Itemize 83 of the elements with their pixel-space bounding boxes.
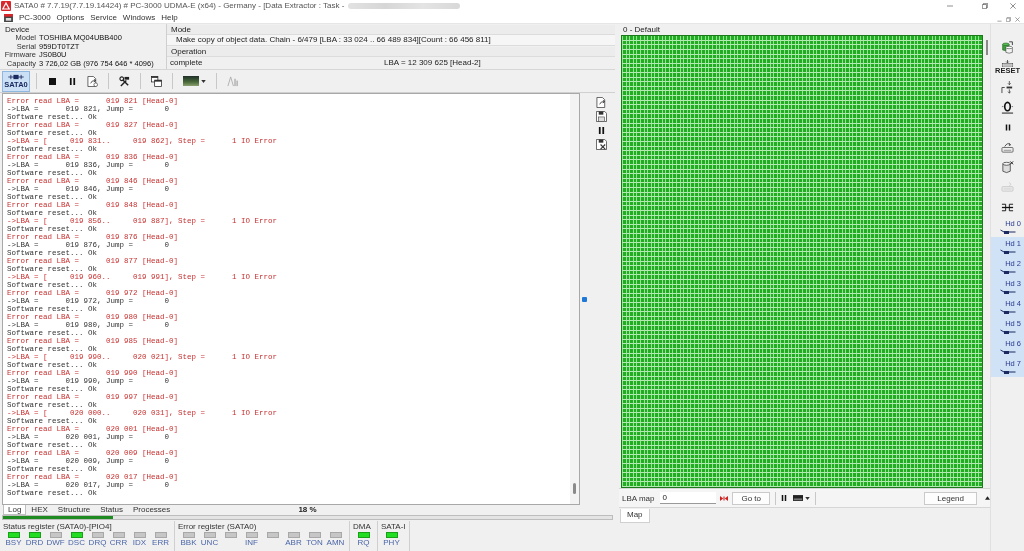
floppy-cross-icon[interactable] <box>596 139 607 150</box>
operation-status: complete <box>170 57 204 69</box>
register-title: Error register (SATA0) <box>178 522 258 531</box>
pause-icon[interactable] <box>598 127 605 134</box>
window-title: SATA0 # 7.7.19(7.7.19.14424) # PC-3000 UDMA-E (x64) - Germany - [Data Extractor : Task - <box>14 1 345 11</box>
register-label: AMN <box>326 538 345 547</box>
peak-bars-icon <box>227 75 238 87</box>
caret-icon[interactable] <box>805 496 811 500</box>
scrollbar-thumb[interactable] <box>573 483 576 494</box>
device-title: Device <box>4 25 31 34</box>
head-arm-icon <box>999 368 1016 375</box>
section-title: Operation <box>167 47 615 56</box>
drive-arrow-icon <box>1001 140 1014 154</box>
head-arm-icon <box>999 228 1016 235</box>
menu-item[interactable]: Service <box>87 12 120 23</box>
bracket-arrow-icon <box>1001 80 1014 94</box>
register-label: DRD <box>25 538 44 547</box>
ring-icon <box>1001 100 1014 114</box>
document-arrow-icon[interactable] <box>596 97 607 108</box>
splitter-grip[interactable] <box>581 296 587 302</box>
disk-stack-icon <box>1001 40 1014 54</box>
register-label: UNC <box>200 538 219 547</box>
register-label: DSC <box>68 538 85 547</box>
pause-icon[interactable] <box>781 495 788 501</box>
register-label: CRR <box>109 538 128 547</box>
tools-icon <box>119 75 130 87</box>
caret-icon <box>201 79 206 83</box>
register-label: DWF <box>46 538 65 547</box>
map-title: 0 - Default <box>622 24 661 35</box>
tab[interactable]: HEX <box>26 505 53 515</box>
scrollbar-thumb[interactable] <box>985 40 988 55</box>
register-label: BBK <box>180 538 197 547</box>
pause-icon <box>68 77 76 85</box>
menu-item[interactable]: Windows <box>119 12 159 23</box>
connector-icon <box>8 73 24 80</box>
menu-item[interactable]: Options <box>53 12 88 23</box>
head-arm-icon <box>999 348 1016 355</box>
lba-map-label: LBA map <box>622 493 655 503</box>
head-arm-icon <box>999 308 1016 315</box>
register-title: DMA <box>353 522 372 531</box>
register-label: ABR <box>285 538 302 547</box>
register-label: TON <box>306 538 323 547</box>
register-label: PHY <box>383 538 400 547</box>
head-arm-icon <box>999 268 1016 275</box>
drive-icon <box>1001 180 1014 194</box>
register-title: SATA-I <box>381 522 406 531</box>
menu-item[interactable]: Help <box>158 12 181 23</box>
lba-input-field[interactable]: 0 <box>660 492 717 504</box>
register-label: DRQ <box>88 538 107 547</box>
stop-icon <box>48 77 56 85</box>
section-title: Mode <box>167 25 615 34</box>
close-icon <box>1010 3 1016 9</box>
tab[interactable]: Map <box>620 509 650 523</box>
register-title: Status register (SATA0)-[PIO4] <box>3 522 113 531</box>
register-label: BSY <box>5 538 22 547</box>
tab[interactable]: Structure <box>52 505 96 515</box>
progress-percent: 18 % <box>298 505 317 515</box>
arrow-block-icon <box>1001 59 1014 67</box>
register-label: ERR <box>152 538 169 547</box>
tab[interactable]: Processes <box>127 505 176 515</box>
image-icon <box>183 76 199 86</box>
mode-value: Make copy of object data. Chain - 6/479 [LBA : 33 024 .. 66 489 834][Count : 66 456 811] <box>167 34 615 46</box>
restore-icon <box>981 3 988 9</box>
inward-arrows-icon[interactable] <box>720 495 729 501</box>
cylinder-icon <box>1001 160 1014 174</box>
register-label: INF <box>245 538 258 547</box>
menu-item[interactable]: PC-3000 <box>16 12 54 23</box>
pause-icon <box>1004 123 1011 131</box>
windows-icon <box>151 75 162 87</box>
current-lba: LBA = 12 309 625 [Head-2] <box>384 57 482 69</box>
up-caret-icon[interactable] <box>985 496 990 500</box>
register-label: IDX <box>132 538 147 547</box>
minimize-icon <box>946 3 953 9</box>
close-icon[interactable] <box>1015 16 1020 22</box>
tab[interactable]: Status <box>95 505 128 515</box>
head-arm-icon <box>999 248 1016 255</box>
head-arm-icon <box>999 288 1016 295</box>
document-arrow-icon <box>87 75 98 87</box>
register-label: RQ <box>357 538 370 547</box>
legend-button[interactable]: Legend <box>924 491 977 505</box>
head-arm-icon <box>999 328 1016 335</box>
go-to-button[interactable]: Go to <box>732 491 771 505</box>
screen-icon[interactable] <box>793 495 804 501</box>
